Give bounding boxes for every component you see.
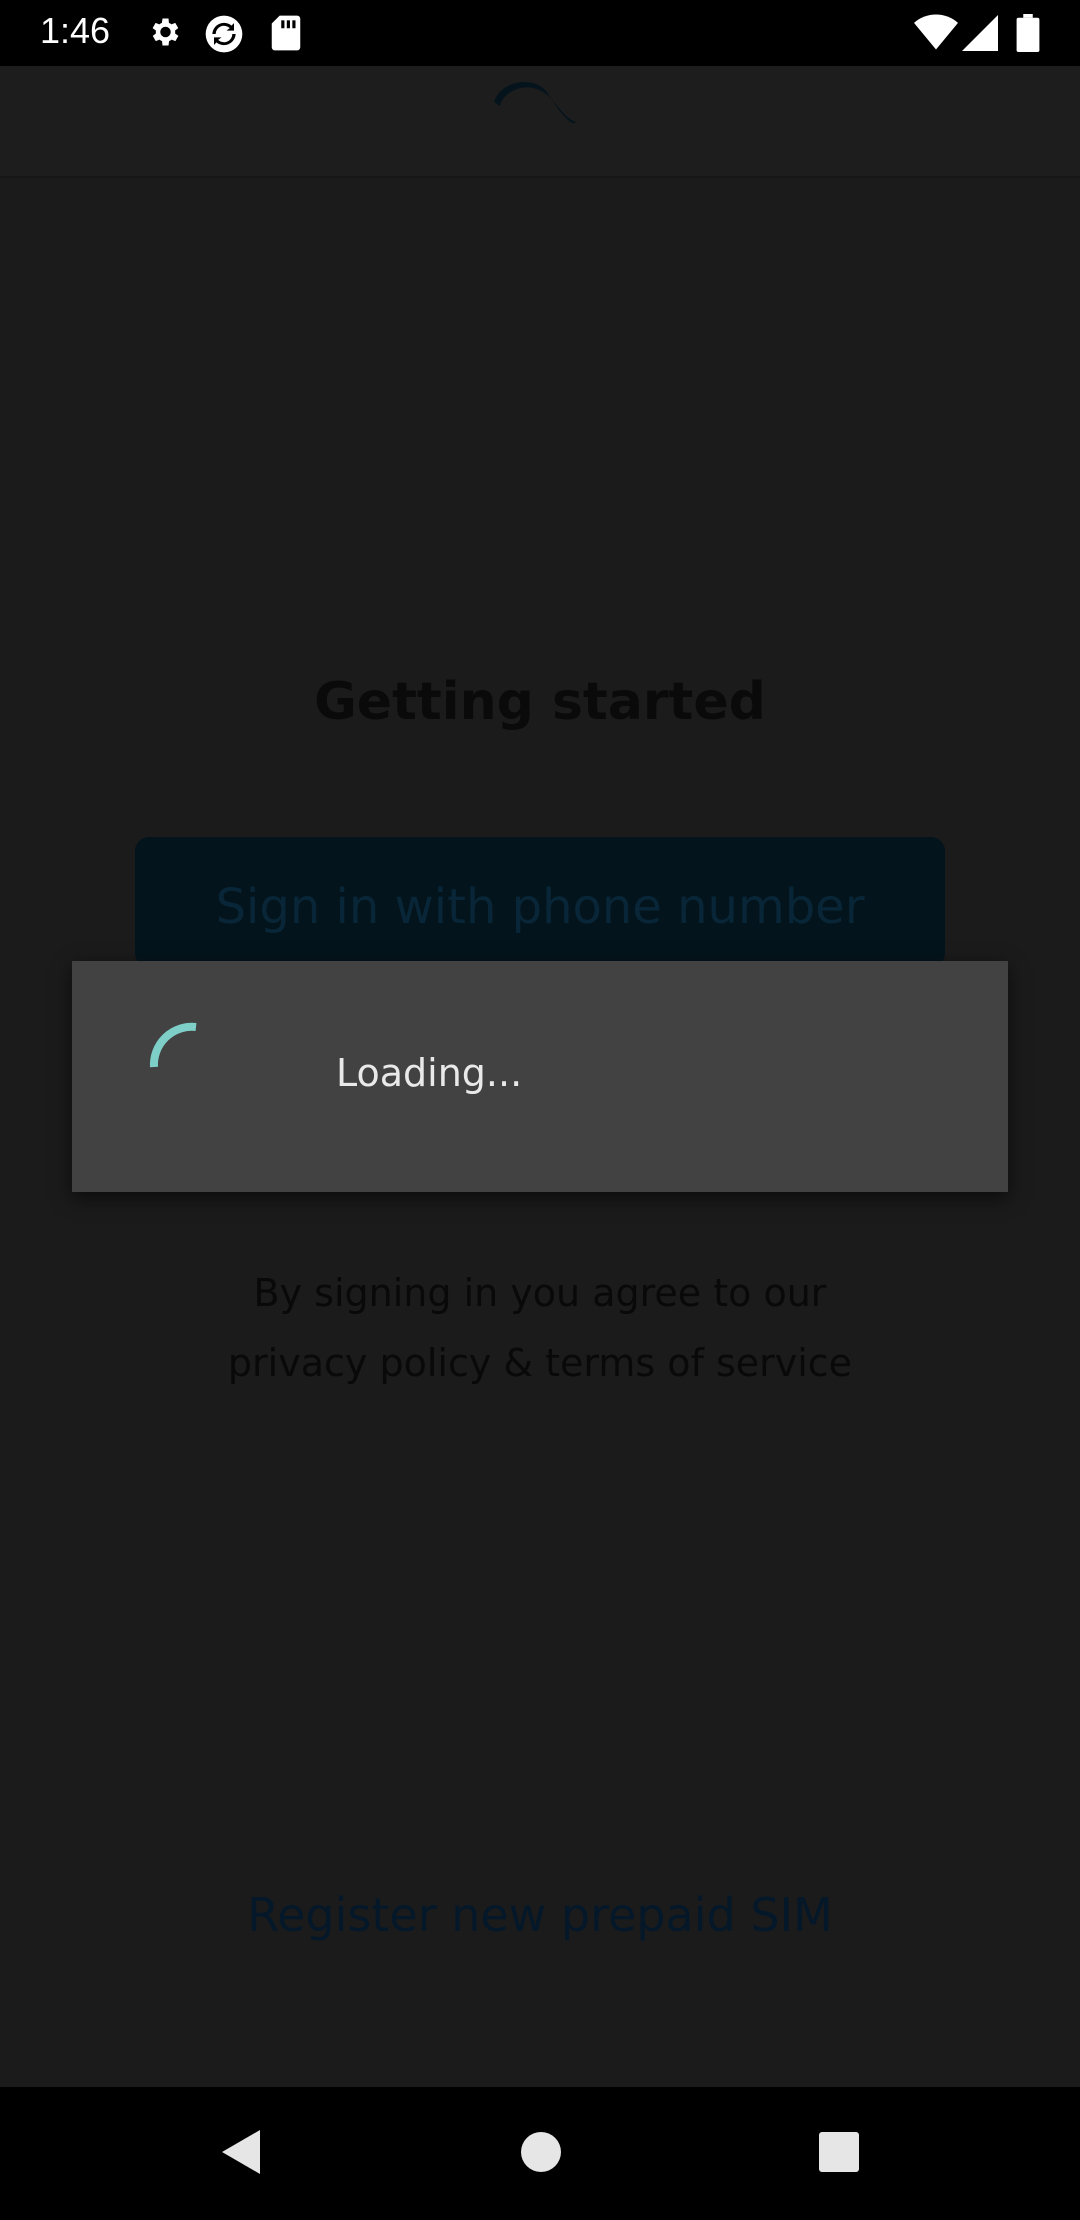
app-header	[0, 66, 1080, 178]
signin-phone-button[interactable]: Sign in with phone number	[135, 837, 945, 967]
page-title: Getting started	[314, 672, 766, 732]
recents-button[interactable]	[772, 2087, 905, 2220]
terms-text: By signing in you agree to our privacy p…	[0, 1258, 1080, 1398]
home-icon	[520, 2131, 562, 2177]
register-sim-link[interactable]: Register new prepaid SIM	[0, 1888, 1080, 1942]
back-icon	[220, 2128, 262, 2180]
progress-spinner-icon	[148, 1019, 228, 1103]
terms-line-2[interactable]: privacy policy & terms of service	[0, 1328, 1080, 1398]
wifi-icon	[914, 14, 958, 52]
loading-dialog: Loading...	[72, 961, 1008, 1192]
gear-icon	[146, 14, 182, 50]
status-bar: 1:46	[0, 0, 1080, 66]
home-button[interactable]	[474, 2087, 607, 2220]
terms-line-1: By signing in you agree to our	[253, 1271, 827, 1315]
signal-icon	[962, 14, 998, 52]
sync-icon	[204, 14, 244, 54]
telenor-logo	[488, 66, 584, 140]
back-button[interactable]	[174, 2087, 307, 2220]
nav-bar	[0, 2087, 1080, 2220]
battery-icon	[1016, 14, 1040, 52]
status-time: 1:46	[40, 10, 111, 51]
recents-icon	[818, 2131, 860, 2177]
sd-card-icon	[270, 14, 302, 52]
loading-text: Loading...	[336, 1051, 523, 1095]
